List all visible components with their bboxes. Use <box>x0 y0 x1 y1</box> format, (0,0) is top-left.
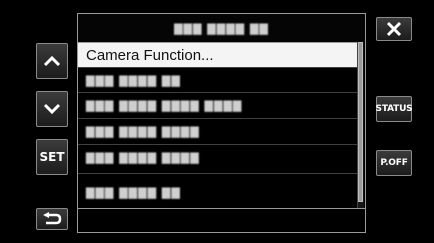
menu-item-label: ▇▇▇ ▇▇▇▇ ▇▇ <box>86 186 181 199</box>
status-button[interactable]: STATUS <box>375 96 413 122</box>
menu-item[interactable]: ▇▇▇ ▇▇▇▇ ▇▇ <box>78 67 359 92</box>
menu-item-label: ▇▇▇ ▇▇▇▇ ▇▇ <box>86 73 181 87</box>
menu-item[interactable]: ▇▇▇ ▇▇▇▇ ▇▇▇▇ <box>78 118 359 143</box>
menu-item-label: ▇▇▇ ▇▇▇▇ ▇▇▇▇ <box>86 150 200 164</box>
scroll-up-button[interactable] <box>36 43 68 79</box>
scrollbar-thumb[interactable] <box>358 42 363 202</box>
chevron-up-icon <box>43 55 61 67</box>
status-label: STATUS <box>375 104 413 114</box>
menu-item[interactable]: ▇▇▇ ▇▇▇▇ ▇▇ <box>78 173 359 211</box>
close-button[interactable] <box>376 17 412 41</box>
menu-item-label: Camera Function... <box>86 46 214 64</box>
menu-item[interactable]: ▇▇▇ ▇▇▇▇ ▇▇▇▇ <box>78 144 359 169</box>
set-label: SET <box>39 150 65 164</box>
menu-item-camera-function[interactable]: Camera Function... <box>78 42 359 67</box>
return-arrow-icon <box>43 212 62 225</box>
menu-scrollbar[interactable] <box>357 42 364 211</box>
chevron-down-icon <box>43 103 61 115</box>
menu-bottom-bar <box>78 208 365 232</box>
menu-item[interactable]: ▇▇▇ ▇▇▇▇ ▇▇▇▇ ▇▇▇▇ <box>78 92 359 117</box>
close-icon <box>386 21 402 37</box>
set-button[interactable]: SET <box>36 139 68 175</box>
menu-title-bar: ▇▇▇ ▇▇▇▇ ▇▇ <box>78 14 365 42</box>
power-off-button[interactable]: P.OFF <box>376 150 412 176</box>
menu-title: ▇▇▇ ▇▇▇▇ ▇▇ <box>174 21 269 35</box>
back-button[interactable] <box>36 208 68 230</box>
menu-item-label: ▇▇▇ ▇▇▇▇ ▇▇▇▇ ▇▇▇▇ <box>86 98 243 112</box>
menu-panel: ▇▇▇ ▇▇▇▇ ▇▇ Camera Function... ▇▇▇ ▇▇▇▇ … <box>77 13 366 233</box>
scroll-down-button[interactable] <box>36 91 68 127</box>
power-off-label: P.OFF <box>380 158 408 168</box>
menu-item-label: ▇▇▇ ▇▇▇▇ ▇▇▇▇ <box>86 124 200 138</box>
